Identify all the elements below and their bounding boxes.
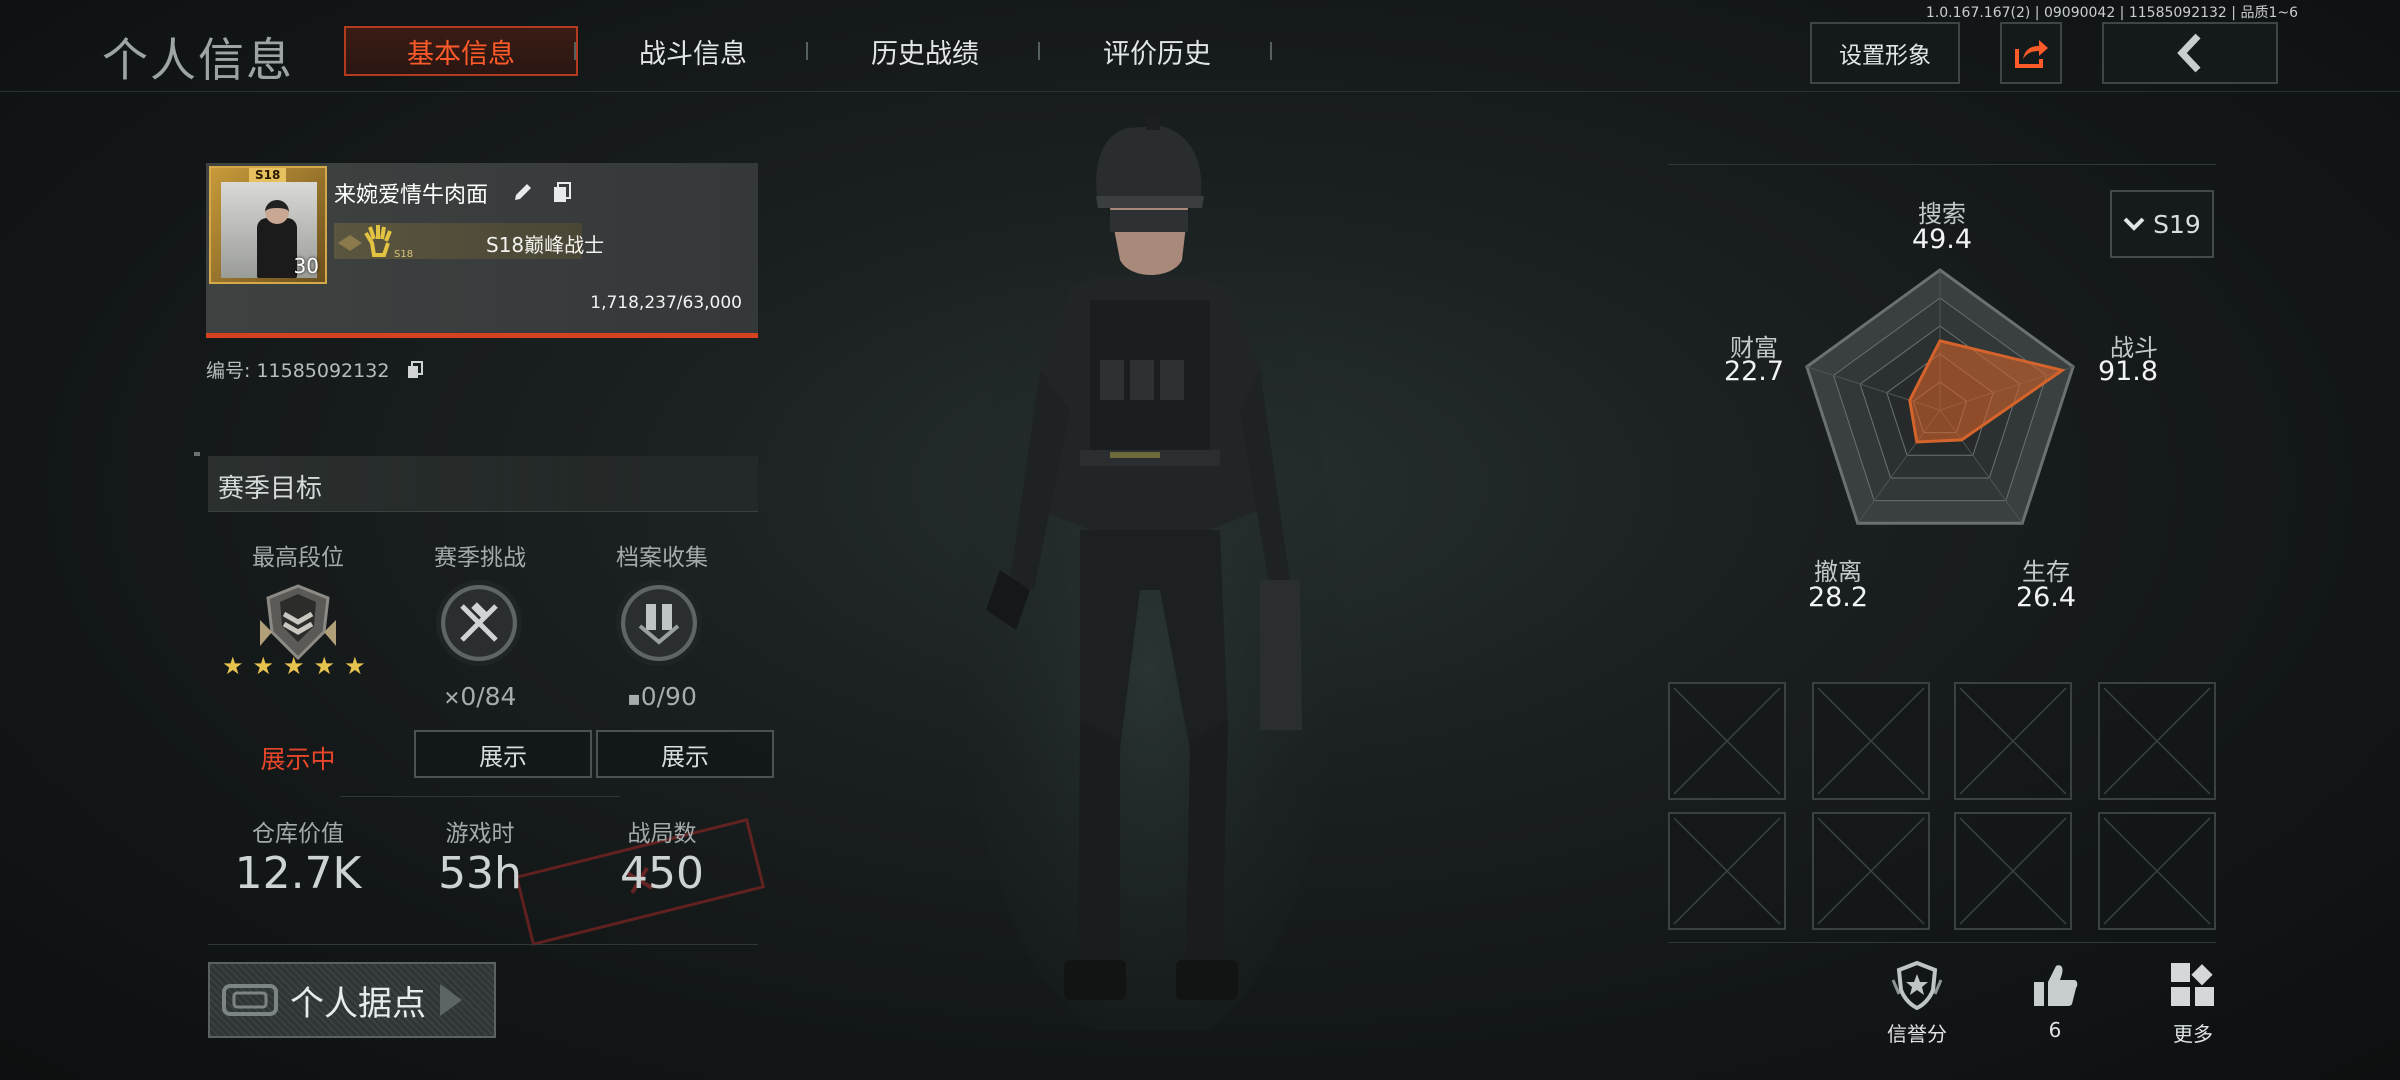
credit-score-button[interactable]: 信誉分 [1862,960,1972,1047]
section-marker [194,452,200,456]
tab-divider [574,42,576,60]
tab-divider [806,42,808,60]
empty-slot-icon [1817,687,1925,795]
copy-id-icon[interactable] [407,361,424,379]
empty-slot-icon [1673,817,1781,925]
more-button[interactable]: 更多 [2138,960,2248,1047]
share-icon [2015,40,2048,68]
goal-label-archive-collection: 档案收集 [616,545,708,571]
archive-collection-count-value: 0/90 [640,682,697,711]
copy-icon[interactable] [552,181,572,203]
more-grid-icon [2171,963,2214,1006]
avatar[interactable]: S18 30 [209,166,327,284]
season-challenge-count-value: 0/84 [460,682,517,711]
season-challenge-badge[interactable] [436,580,522,666]
player-id-text: 编号: 11585092132 [206,360,390,382]
rank-badge-text: S18 [394,249,413,260]
stat-label-play-time: 游戏时 [445,821,515,847]
archive-count-icon: ▪ [627,686,641,710]
back-button[interactable] [2102,22,2278,84]
stat-label-match-count: 战局数 [627,821,697,847]
equipment-slot[interactable] [1668,682,1786,800]
likes-button[interactable]: 6 [2000,960,2110,1042]
season-selector[interactable]: S19 [2110,190,2214,258]
goal-label-season-challenge: 赛季挑战 [434,545,526,571]
personal-base-label: 个人据点 [290,983,426,1024]
share-button[interactable] [2000,22,2062,84]
empty-slot-icon [1959,817,2067,925]
challenge-count-icon: ✕ [443,686,461,710]
archive-collection-badge[interactable] [616,580,702,666]
tab-basic-info[interactable]: 基本信息 [344,26,578,76]
tab-divider [1270,42,1272,60]
credit-score-label: 信誉分 [1887,1022,1947,1046]
stat-value-warehouse-value: 12.7K [234,848,362,899]
personal-base-button[interactable]: 个人据点 [208,962,496,1038]
season-goals-header: 赛季目标 [208,456,758,512]
tab-divider [1038,42,1040,60]
rank-title: S18巅峰战士 [486,233,605,257]
equipment-slot[interactable] [1812,812,1930,930]
crossed-guns-icon [460,602,498,642]
rank-stars: ★★★★★ [222,652,375,680]
version-info: 1.0.167.167(2) | 09090042 | 11585092132 … [1925,5,2298,21]
character-model[interactable] [960,110,1340,1030]
archive-collection-count: ▪0/90 [572,682,752,711]
radar-value-wealth: 22.7 [1723,356,1785,387]
credit-shield-icon [1891,960,1943,1011]
likes-count: 6 [2048,1018,2062,1042]
radar-value-survival: 26.4 [2015,582,2077,613]
equipment-slot[interactable] [1812,682,1930,800]
tab-combat-info[interactable]: 战斗信息 [600,26,786,76]
empty-slot-icon [2103,687,2211,795]
edit-icon[interactable] [512,181,534,203]
display-challenge-button[interactable]: 展示 [414,730,592,778]
divider [1668,164,2216,165]
stat-value-match-count: 450 [620,848,704,899]
set-appearance-button[interactable]: 设置形象 [1810,22,1960,84]
stat-value-play-time: 53h [438,848,522,899]
equipment-slot[interactable] [1954,812,2072,930]
tab-review-history[interactable]: 评价历史 [1064,26,1250,76]
radar-chart [1805,268,2075,525]
display-archive-button[interactable]: 展示 [596,730,774,778]
empty-slot-icon [1817,817,1925,925]
divider [340,796,620,797]
empty-slot-icon [1673,687,1781,795]
player-nickname: 来婉爱情牛肉面 [334,183,489,208]
avatar-season-tag: S18 [249,168,287,182]
divider [208,944,758,945]
radar-value-extraction: 28.2 [1807,582,1869,613]
player-id: 编号: 11585092132 [206,356,424,383]
empty-slot-icon [1959,687,2067,795]
base-icon [222,984,278,1016]
equipment-slot[interactable] [1668,812,1786,930]
stat-label-warehouse-value: 仓库价值 [252,821,344,847]
experience-progress: 1,718,237/63,000 [590,293,742,313]
chevron-right-icon [440,984,462,1016]
season-goals-title: 赛季目标 [218,474,323,504]
player-level: 30 [293,254,319,278]
back-arrow-icon [2177,33,2201,73]
empty-slot-icon [2103,817,2211,925]
chevron-down-icon [2123,217,2145,231]
goal-label-highest-rank: 最高段位 [252,545,344,571]
equipment-slot[interactable] [2098,682,2216,800]
radar-value-combat: 91.8 [2097,356,2159,387]
more-label: 更多 [2173,1022,2213,1046]
season-challenge-count: ✕0/84 [390,682,570,711]
radar-value-search: 49.4 [1911,224,1973,255]
tab-match-history[interactable]: 历史战绩 [832,26,1018,76]
profile-card: S18 30 来婉爱情牛肉面 S18 S18巅峰战士 1,718,237/63,… [206,163,758,338]
rank-emblem-icon: S18 [338,225,413,260]
equipment-slot[interactable] [1954,682,2072,800]
thumbs-up-icon [2034,965,2078,1006]
page-title: 个人信息 [102,33,294,87]
divider [1668,942,2216,943]
season-selector-value: S19 [2153,209,2201,239]
archive-icon [638,604,680,645]
equipment-slot[interactable] [2098,812,2216,930]
rank-display-status: 展示中 [260,745,336,774]
